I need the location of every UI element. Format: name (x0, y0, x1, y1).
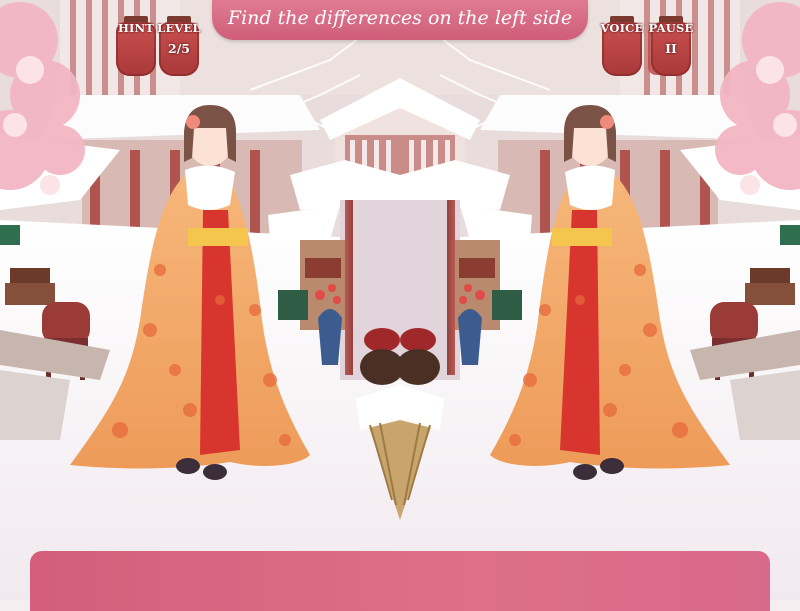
instruction-text: Find the differences on the left side (227, 7, 573, 29)
level-value: 2/5 (168, 41, 190, 56)
pause-label: PAUSE (648, 21, 694, 35)
pause-icon: II (665, 41, 677, 56)
level-label: LEVEL (157, 21, 201, 35)
game-scene (0, 0, 800, 600)
level-indicator: LEVEL 2/5 (153, 8, 205, 78)
pause-button[interactable]: PAUSE II (645, 8, 697, 78)
voice-label: VOICE (600, 21, 644, 35)
instruction-banner: Find the differences on the left side (212, 0, 588, 40)
bottom-panel (30, 551, 770, 611)
voice-button[interactable]: VOICE (596, 8, 648, 78)
